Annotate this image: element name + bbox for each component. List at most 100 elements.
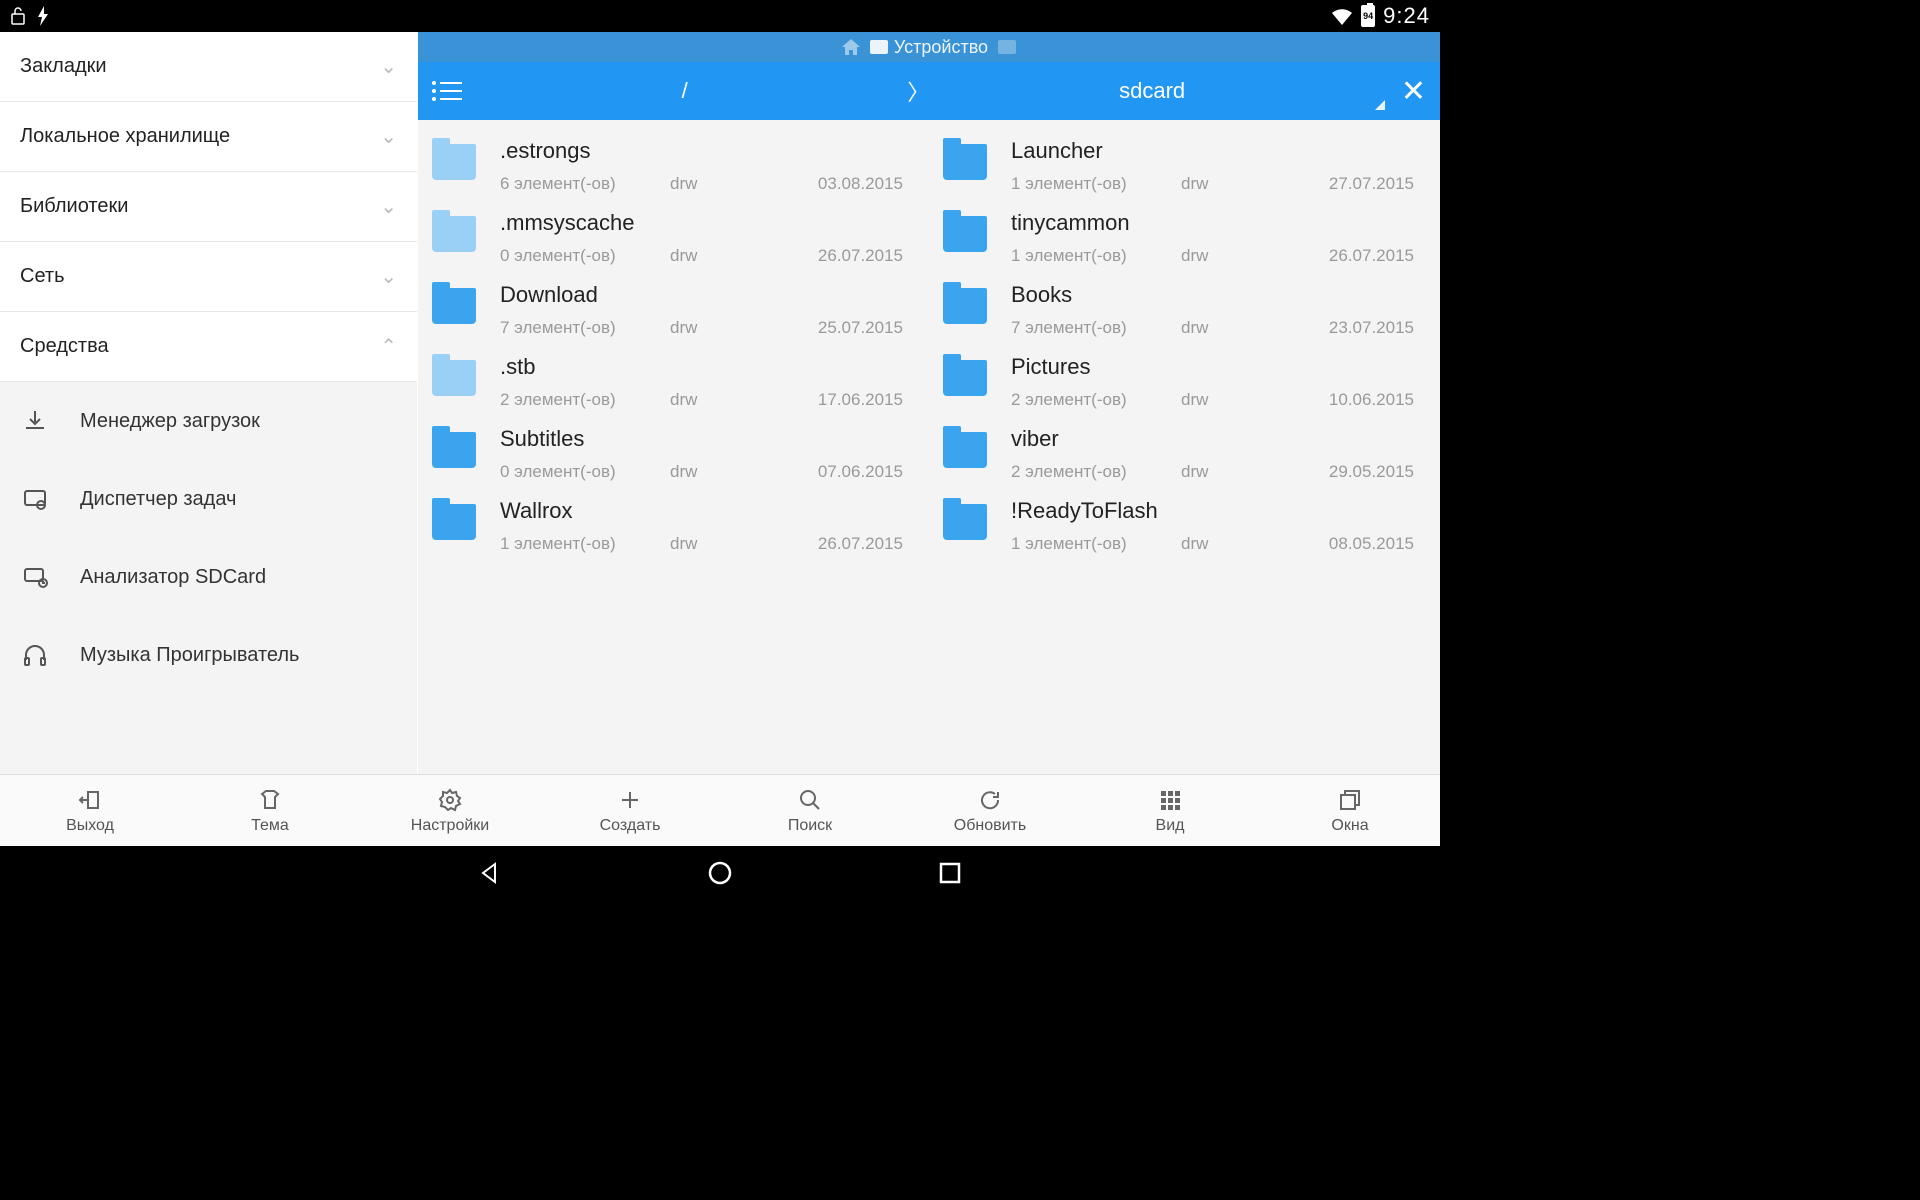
sidebar-section-local[interactable]: Локальное хранилище ⌄	[0, 102, 417, 172]
toolbar-settings[interactable]: Настройки	[360, 775, 540, 846]
file-meta: 2 элемент(-ов)drw17.06.2015	[500, 390, 903, 410]
folder-item[interactable]: Subtitles0 элемент(-ов)drw07.06.2015	[428, 418, 929, 490]
file-perm: drw	[670, 462, 780, 482]
file-grid: .estrongs6 элемент(-ов)drw03.08.2015Laun…	[418, 120, 1440, 774]
search-icon	[798, 787, 822, 813]
file-name: viber	[1011, 426, 1414, 452]
nav-home[interactable]	[705, 858, 735, 888]
file-perm: drw	[1181, 318, 1291, 338]
windows-icon	[1338, 787, 1362, 813]
sdcard-icon	[20, 562, 50, 592]
file-name: Download	[500, 282, 903, 308]
toolbar-label: Выход	[66, 817, 114, 835]
file-name: !ReadyToFlash	[1011, 498, 1414, 524]
folder-item[interactable]: Wallrox1 элемент(-ов)drw26.07.2015	[428, 490, 929, 562]
file-name: Wallrox	[500, 498, 903, 524]
toolbar-view[interactable]: Вид	[1080, 775, 1260, 846]
nav-recent[interactable]	[935, 858, 965, 888]
folder-item[interactable]: Download7 элемент(-ов)drw25.07.2015	[428, 274, 929, 346]
file-date: 03.08.2015	[818, 174, 903, 194]
sidebar-tool-music-player[interactable]: Музыка Проигрыватель	[0, 616, 417, 694]
tab-home[interactable]	[842, 39, 860, 55]
path-root[interactable]: /	[472, 78, 897, 104]
file-meta: 7 элемент(-ов)drw23.07.2015	[1011, 318, 1414, 338]
file-perm: drw	[1181, 390, 1291, 410]
file-count: 6 элемент(-ов)	[500, 174, 670, 194]
folder-icon	[943, 216, 987, 252]
folder-item[interactable]: viber2 элемент(-ов)drw29.05.2015	[939, 418, 1440, 490]
path-separator: 〉	[907, 75, 929, 107]
file-name: .mmsyscache	[500, 210, 903, 236]
folder-icon	[432, 360, 476, 396]
file-date: 27.07.2015	[1329, 174, 1414, 194]
file-count: 1 элемент(-ов)	[1011, 534, 1181, 554]
file-meta: 6 элемент(-ов)drw03.08.2015	[500, 174, 903, 194]
toolbar-search[interactable]: Поиск	[720, 775, 900, 846]
file-meta: 1 элемент(-ов)drw26.07.2015	[1011, 246, 1414, 266]
plus-icon	[618, 787, 642, 813]
file-date: 29.05.2015	[1329, 462, 1414, 482]
path-current[interactable]: sdcard	[939, 78, 1364, 104]
folder-item[interactable]: .mmsyscache0 элемент(-ов)drw26.07.2015	[428, 202, 929, 274]
toolbar-theme[interactable]: Тема	[180, 775, 360, 846]
toolbar-label: Окна	[1331, 817, 1368, 835]
bolt-icon	[36, 6, 50, 26]
close-icon[interactable]: ✕	[1401, 74, 1426, 109]
dropdown-indicator-icon[interactable]	[1375, 100, 1385, 110]
file-date: 26.07.2015	[818, 534, 903, 554]
nav-bar	[0, 846, 1440, 900]
toolbar-windows[interactable]: Окна	[1260, 775, 1440, 846]
folder-item[interactable]: Books7 элемент(-ов)drw23.07.2015	[939, 274, 1440, 346]
sidebar-tool-download-manager[interactable]: Менеджер загрузок	[0, 382, 417, 460]
file-meta: 0 элемент(-ов)drw07.06.2015	[500, 462, 903, 482]
tab-extra[interactable]	[998, 40, 1016, 54]
toolbar-exit[interactable]: Выход	[0, 775, 180, 846]
file-meta: 1 элемент(-ов)drw08.05.2015	[1011, 534, 1414, 554]
toolbar-new[interactable]: Создать	[540, 775, 720, 846]
folder-item[interactable]: Launcher 1 элемент(-ов)drw27.07.2015	[939, 130, 1440, 202]
headphones-icon	[20, 640, 50, 670]
file-date: 10.06.2015	[1329, 390, 1414, 410]
folder-icon	[943, 288, 987, 324]
file-count: 1 элемент(-ов)	[500, 534, 670, 554]
folder-item[interactable]: tinycammon1 элемент(-ов)drw26.07.2015	[939, 202, 1440, 274]
sidebar-tool-task-manager[interactable]: Диспетчер задач	[0, 460, 417, 538]
folder-item[interactable]: .estrongs6 элемент(-ов)drw03.08.2015	[428, 130, 929, 202]
folder-icon	[943, 360, 987, 396]
sidebar-tool-label: Диспетчер задач	[80, 488, 236, 511]
file-date: 08.05.2015	[1329, 534, 1414, 554]
file-meta: 1 элемент(-ов)drw27.07.2015	[1011, 174, 1414, 194]
folder-item[interactable]: Pictures2 элемент(-ов)drw10.06.2015	[939, 346, 1440, 418]
folder-item[interactable]: !ReadyToFlash 1 элемент(-ов)drw08.05.2015	[939, 490, 1440, 562]
sidebar-section-label: Средства	[20, 335, 109, 358]
sidebar-tool-label: Менеджер загрузок	[80, 410, 260, 433]
list-icon[interactable]	[432, 81, 462, 101]
nav-back[interactable]	[475, 858, 505, 888]
bottom-toolbar: Выход Тема Настройки Создать Поиск Обнов…	[0, 774, 1440, 846]
chevron-down-icon: ⌄	[380, 124, 397, 149]
file-perm: drw	[670, 246, 780, 266]
sidebar-section-libraries[interactable]: Библиотеки ⌄	[0, 172, 417, 242]
toolbar-label: Вид	[1156, 817, 1185, 835]
sidebar-section-tools[interactable]: Средства ⌃	[0, 312, 417, 382]
status-bar: 94 9:24	[0, 0, 1440, 32]
battery-icon: 94	[1361, 5, 1375, 27]
file-date: 26.07.2015	[818, 246, 903, 266]
gear-icon	[438, 787, 462, 813]
sidebar-section-label: Локальное хранилище	[20, 125, 230, 148]
file-perm: drw	[670, 390, 780, 410]
file-meta: 0 элемент(-ов)drw26.07.2015	[500, 246, 903, 266]
sidebar-tool-sdcard-analyzer[interactable]: Анализатор SDCard	[0, 538, 417, 616]
exit-icon	[78, 787, 102, 813]
tab-device[interactable]: Устройство	[870, 37, 988, 58]
folder-item[interactable]: .stb2 элемент(-ов)drw17.06.2015	[428, 346, 929, 418]
toolbar-label: Обновить	[954, 817, 1026, 835]
sidebar-section-bookmarks[interactable]: Закладки ⌄	[0, 32, 417, 102]
sidebar-tool-label: Музыка Проигрыватель	[80, 644, 299, 667]
toolbar-refresh[interactable]: Обновить	[900, 775, 1080, 846]
sidebar-section-network[interactable]: Сеть ⌄	[0, 242, 417, 312]
chevron-up-icon: ⌃	[380, 334, 397, 359]
file-name: Launcher	[1011, 138, 1414, 164]
file-date: 07.06.2015	[818, 462, 903, 482]
sidebar-section-label: Библиотеки	[20, 195, 128, 218]
